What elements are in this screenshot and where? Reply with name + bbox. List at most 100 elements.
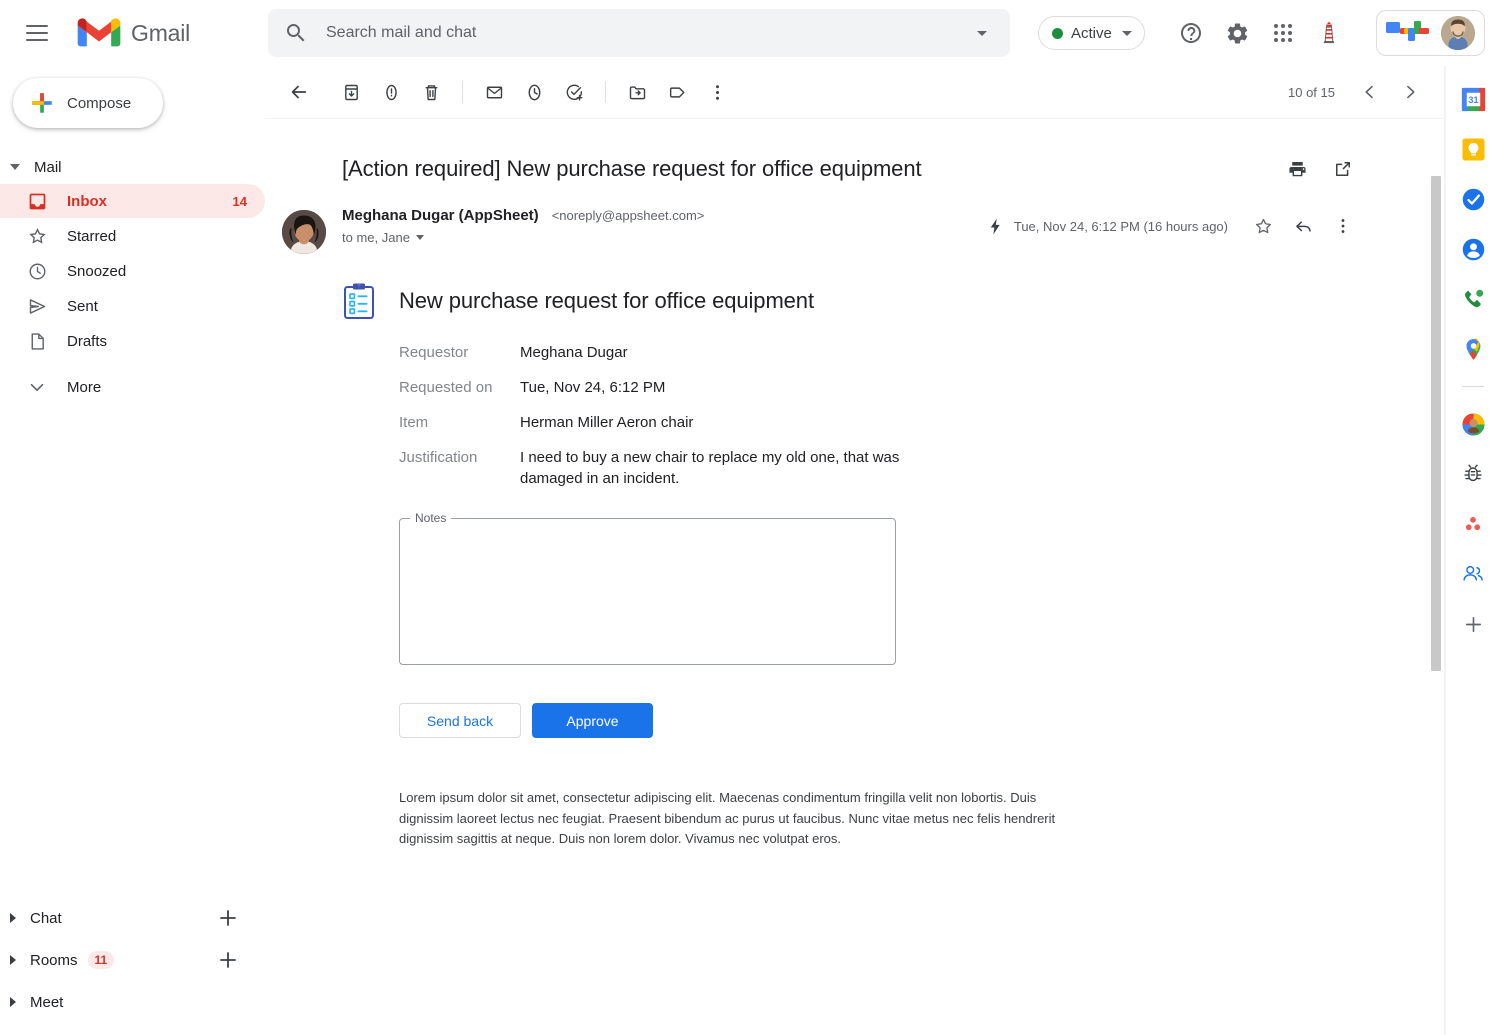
- hamburger-icon[interactable]: [13, 9, 61, 57]
- field-row: Item Herman Miller Aeron chair: [399, 412, 1445, 433]
- sidebar-section-label: Chat: [30, 909, 62, 927]
- label-icon[interactable]: [657, 72, 697, 112]
- google-blocks-icon: [1386, 21, 1429, 41]
- avatar[interactable]: [282, 210, 326, 254]
- sidebar-section-chat[interactable]: Chat: [0, 897, 265, 939]
- google-maps-icon[interactable]: [1460, 336, 1486, 362]
- google-voice-icon[interactable]: [1460, 286, 1486, 312]
- bug-addon-icon[interactable]: [1460, 461, 1486, 487]
- field-row: Justification I need to buy a new chair …: [399, 447, 1445, 489]
- people-addon-icon[interactable]: [1460, 561, 1486, 587]
- add-room-button[interactable]: [216, 948, 240, 972]
- message-toolbar: 10 of 15: [265, 66, 1445, 119]
- reply-icon[interactable]: [1286, 209, 1320, 243]
- print-icon[interactable]: [1280, 152, 1314, 186]
- sender-row: Meghana Dugar (AppSheet) <noreply@appshe…: [265, 207, 1445, 254]
- send-back-button[interactable]: Send back: [399, 703, 521, 738]
- search-input[interactable]: [324, 23, 970, 43]
- status-dot: [1052, 27, 1063, 39]
- more-options-icon[interactable]: [697, 72, 737, 112]
- add-addon-button[interactable]: [1460, 611, 1486, 637]
- add-chat-button[interactable]: [216, 906, 240, 930]
- sidebar-item-label: Starred: [67, 227, 117, 245]
- snooze-icon[interactable]: [514, 72, 554, 112]
- chevron-down-icon: [26, 376, 48, 398]
- lighthouse-icon[interactable]: [1313, 17, 1345, 49]
- sidebar-item-more[interactable]: More: [0, 370, 265, 404]
- sidebar-item-label: Sent: [67, 297, 98, 315]
- send-icon: [26, 295, 48, 317]
- google-calendar-icon[interactable]: 31: [1460, 86, 1486, 112]
- sidebar-section-rooms[interactable]: Rooms 11: [0, 939, 265, 981]
- compose-button[interactable]: Compose: [13, 78, 163, 128]
- back-icon[interactable]: [279, 72, 319, 112]
- sidebar-item-inbox[interactable]: Inbox 14: [0, 184, 265, 218]
- inbox-icon: [26, 190, 48, 212]
- message-body-area: [Action required] New purchase request f…: [265, 119, 1445, 1035]
- sidebar-item-sent[interactable]: Sent: [0, 289, 265, 323]
- svg-text:31: 31: [1468, 94, 1478, 104]
- field-key: Item: [399, 414, 429, 431]
- add-to-tasks-icon[interactable]: [554, 72, 594, 112]
- chevron-down-icon[interactable]: [970, 21, 994, 45]
- avatar[interactable]: [1441, 16, 1475, 50]
- report-spam-icon[interactable]: [371, 72, 411, 112]
- field-row: Requested on Tue, Nov 24, 6:12 PM: [399, 377, 1445, 398]
- move-to-icon[interactable]: [617, 72, 657, 112]
- avatar-addon-icon[interactable]: [1460, 411, 1486, 437]
- chevron-left-icon[interactable]: [1353, 75, 1387, 109]
- important-marker-icon[interactable]: [984, 214, 1008, 238]
- google-keep-icon[interactable]: [1460, 136, 1486, 162]
- subject-row: [Action required] New purchase request f…: [265, 119, 1445, 184]
- brand-label: Gmail: [131, 19, 191, 46]
- card-title: New purchase request for office equipmen…: [399, 288, 814, 313]
- sidebar-section-meet[interactable]: Meet: [0, 981, 265, 1023]
- caret-down-icon: [10, 164, 20, 170]
- google-tasks-icon[interactable]: [1460, 186, 1486, 212]
- open-in-new-icon[interactable]: [1326, 152, 1360, 186]
- archive-icon[interactable]: [331, 72, 371, 112]
- chevron-right-icon[interactable]: [1393, 75, 1427, 109]
- recipients-label: to me, Jane: [342, 230, 410, 245]
- page-title: [Action required] New purchase request f…: [342, 156, 922, 181]
- help-icon[interactable]: [1175, 17, 1207, 49]
- clipboard-checklist-icon: [344, 283, 374, 319]
- notes-input[interactable]: [400, 519, 895, 664]
- account-box[interactable]: [1376, 10, 1485, 56]
- gmail-app: Gmail Active: [0, 0, 1500, 1035]
- field-value: I need to buy a new chair to replace my …: [520, 449, 900, 487]
- action-buttons: Send back Approve: [399, 703, 1445, 738]
- more-options-icon[interactable]: [1326, 209, 1360, 243]
- mail-section-header[interactable]: Mail: [0, 150, 265, 184]
- sidebar-item-drafts[interactable]: Drafts: [0, 324, 265, 358]
- card-header: New purchase request for office equipmen…: [342, 282, 1445, 320]
- status-chip[interactable]: Active: [1038, 16, 1145, 50]
- sender-info: Meghana Dugar (AppSheet) <noreply@appshe…: [342, 207, 704, 254]
- chevron-down-icon: [1121, 30, 1132, 36]
- sidebar-item-starred[interactable]: Starred: [0, 219, 265, 253]
- message-scrollbar[interactable]: [1431, 176, 1441, 1031]
- gmail-logo[interactable]: Gmail: [77, 17, 190, 49]
- dots-addon-icon[interactable]: [1460, 511, 1486, 537]
- field-key: Requestor: [399, 344, 469, 361]
- sidebar-item-snoozed[interactable]: Snoozed: [0, 254, 265, 288]
- star-icon[interactable]: [1246, 209, 1280, 243]
- mark-unread-icon[interactable]: [474, 72, 514, 112]
- apps-grid-icon[interactable]: [1267, 17, 1299, 49]
- notes-field-container[interactable]: Notes: [399, 511, 896, 665]
- recipients-toggle[interactable]: to me, Jane: [342, 230, 704, 245]
- toolbar-divider: [462, 81, 463, 103]
- approve-button[interactable]: Approve: [532, 703, 653, 738]
- notes-label: Notes: [410, 511, 452, 525]
- delete-icon[interactable]: [411, 72, 451, 112]
- google-contacts-icon[interactable]: [1460, 236, 1486, 262]
- sidebar: Compose Mail Inbox 14 Starred Snoozed Se…: [0, 66, 265, 1035]
- search-bar[interactable]: [268, 9, 1010, 57]
- pagination-label: 10 of 15: [1288, 84, 1335, 100]
- settings-gear-icon[interactable]: [1221, 17, 1253, 49]
- subject-actions: [1280, 152, 1360, 186]
- draft-icon: [26, 330, 48, 352]
- footer-text: Lorem ipsum dolor sit amet, consectetur …: [399, 790, 1056, 846]
- scrollbar-thumb[interactable]: [1431, 176, 1441, 671]
- compose-label: Compose: [67, 94, 132, 112]
